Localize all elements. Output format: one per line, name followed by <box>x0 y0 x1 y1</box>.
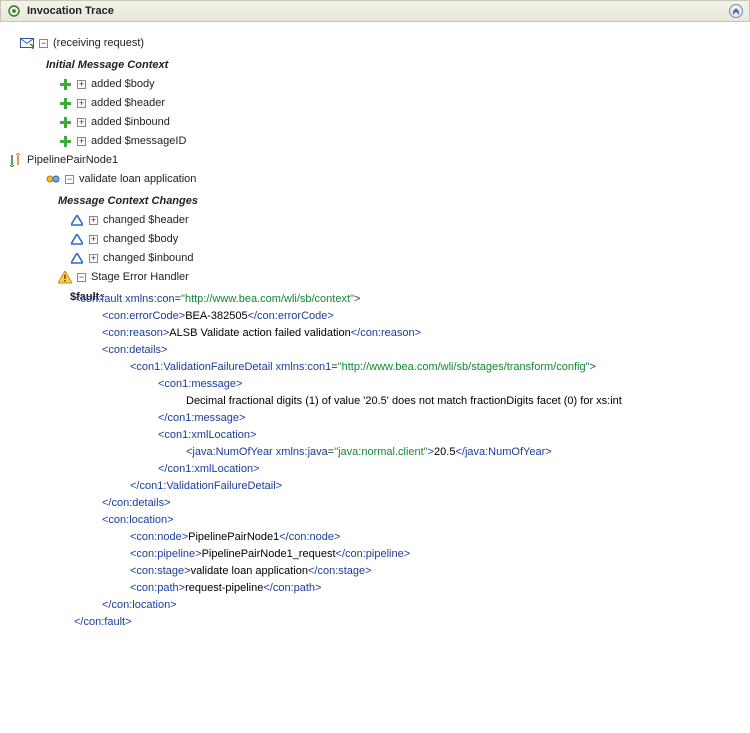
added-item-label: added $inbound <box>91 114 170 130</box>
panel-body: − (receiving request) Initial Message Co… <box>0 22 750 651</box>
plus-icon <box>58 115 72 129</box>
receiving-request-label: (receiving request) <box>53 35 144 51</box>
expand-toggle[interactable]: + <box>77 80 86 89</box>
pipeline-node-label: PipelinePairNode1 <box>27 152 118 168</box>
envelope-icon <box>20 36 34 50</box>
added-item-row[interactable]: + added $header <box>8 95 742 111</box>
changed-item-label: changed $inbound <box>103 250 194 266</box>
error-handler-label: Stage Error Handler <box>91 269 189 285</box>
stage-label: validate loan application <box>79 171 196 187</box>
added-item-row[interactable]: + added $messageID <box>8 133 742 149</box>
plus-icon <box>58 96 72 110</box>
expand-toggle[interactable]: + <box>77 137 86 146</box>
plus-icon <box>58 134 72 148</box>
changed-item-label: changed $header <box>103 212 189 228</box>
fault-label: $fault: <box>8 291 70 303</box>
pipeline-node-row[interactable]: PipelinePairNode1 <box>8 152 742 168</box>
panel-header: Invocation Trace <box>0 0 750 22</box>
trace-icon <box>7 4 21 18</box>
delta-icon <box>70 213 84 227</box>
initial-context-header: Initial Message Context <box>8 57 742 73</box>
panel-title: Invocation Trace <box>27 5 723 17</box>
expand-toggle[interactable]: + <box>89 235 98 244</box>
added-item-label: added $messageID <box>91 133 186 149</box>
changed-item-row[interactable]: + changed $header <box>8 212 742 228</box>
pipeline-icon <box>8 153 22 167</box>
collapse-panel-button[interactable] <box>729 4 743 18</box>
expand-toggle[interactable]: + <box>89 216 98 225</box>
context-changes-header: Message Context Changes <box>8 193 742 209</box>
fault-xml: <con:fault xmlns:con="http://www.bea.com… <box>70 291 742 631</box>
changed-item-row[interactable]: + changed $body <box>8 231 742 247</box>
stage-icon <box>46 172 60 186</box>
added-item-label: added $header <box>91 95 165 111</box>
stage-row[interactable]: − validate loan application <box>8 171 742 187</box>
collapse-toggle[interactable]: − <box>39 39 48 48</box>
collapse-toggle[interactable]: − <box>65 175 74 184</box>
receiving-request-row[interactable]: − (receiving request) <box>8 35 742 51</box>
expand-toggle[interactable]: + <box>77 99 86 108</box>
added-item-label: added $body <box>91 76 155 92</box>
expand-toggle[interactable]: + <box>89 254 98 263</box>
plus-icon <box>58 77 72 91</box>
collapse-toggle[interactable]: − <box>77 273 86 282</box>
changed-item-label: changed $body <box>103 231 178 247</box>
added-item-row[interactable]: + added $body <box>8 76 742 92</box>
delta-icon <box>70 232 84 246</box>
added-item-row[interactable]: + added $inbound <box>8 114 742 130</box>
changed-item-row[interactable]: + changed $inbound <box>8 250 742 266</box>
expand-toggle[interactable]: + <box>77 118 86 127</box>
warning-icon <box>58 270 72 284</box>
error-handler-row[interactable]: − Stage Error Handler <box>8 269 742 285</box>
delta-icon <box>70 251 84 265</box>
